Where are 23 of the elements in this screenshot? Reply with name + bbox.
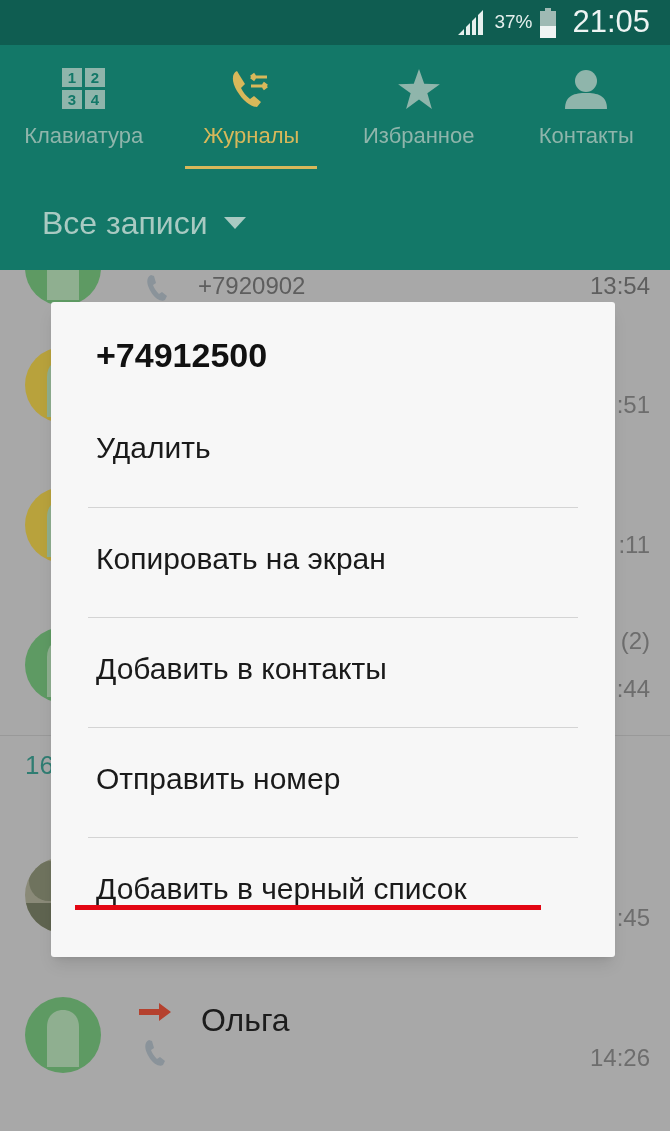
battery-percent: 37% xyxy=(494,10,533,35)
call-time: :45 xyxy=(616,902,650,933)
call-time: 14:26 xyxy=(589,1042,650,1073)
menu-item[interactable]: Отправить номер xyxy=(96,756,341,801)
menu-item[interactable]: Добавить в контакты xyxy=(96,646,387,691)
contact-name: Ольга xyxy=(201,1001,290,1040)
star-icon xyxy=(397,69,440,109)
caret-icon xyxy=(223,217,246,229)
clock: 21:05 xyxy=(572,3,650,42)
call-time: :51 xyxy=(616,390,650,420)
dialog-title: +74912500 xyxy=(96,335,268,376)
call-count: (2) xyxy=(620,626,650,656)
call-time: :11 xyxy=(618,530,650,560)
call-time: :44 xyxy=(616,674,650,704)
person-icon xyxy=(565,69,608,109)
call-time: 13:54 xyxy=(589,274,650,298)
menu-item[interactable]: Удалить xyxy=(96,425,211,470)
menu-item[interactable]: Копировать на экран xyxy=(96,536,386,581)
phone-icon xyxy=(146,274,168,302)
phone-icon xyxy=(144,1039,166,1067)
battery-icon xyxy=(540,7,557,38)
menu-item[interactable]: Добавить в черный список xyxy=(96,866,467,911)
phone-number: +7920902 xyxy=(198,274,306,298)
